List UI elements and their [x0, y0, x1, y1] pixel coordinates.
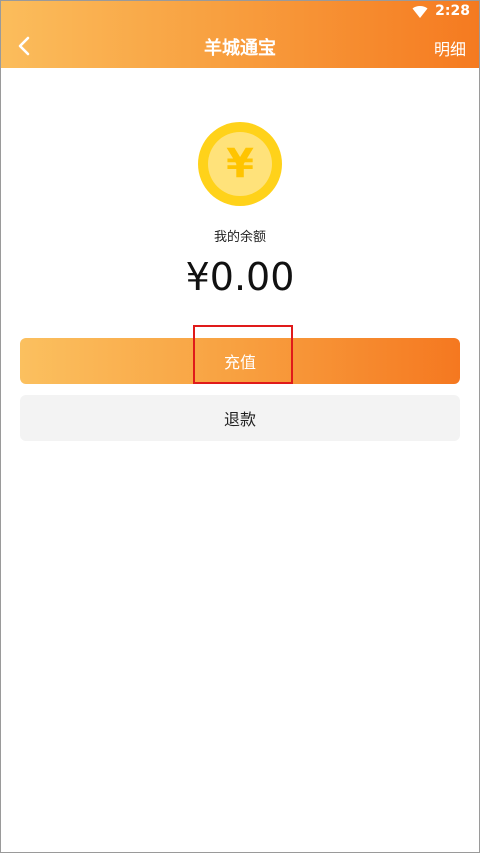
wifi-icon: [412, 6, 428, 19]
balance-amount: ¥0.00: [185, 255, 295, 299]
page-title: 羊城通宝: [204, 38, 276, 59]
details-link[interactable]: 明细: [434, 36, 466, 60]
recharge-button[interactable]: 充值: [20, 338, 460, 384]
coin-symbol: ¥: [208, 132, 272, 196]
status-bar: 2:28: [0, 0, 480, 24]
nav-bar: 羊城通宝 明细: [0, 24, 480, 68]
refund-button[interactable]: 退款: [20, 395, 460, 441]
header-bar: 2:28 羊城通宝 明细: [0, 0, 480, 68]
status-time: 2:28: [435, 3, 470, 19]
balance-label: 我的余额: [213, 230, 266, 245]
yen-coin-icon: ¥: [198, 122, 282, 206]
